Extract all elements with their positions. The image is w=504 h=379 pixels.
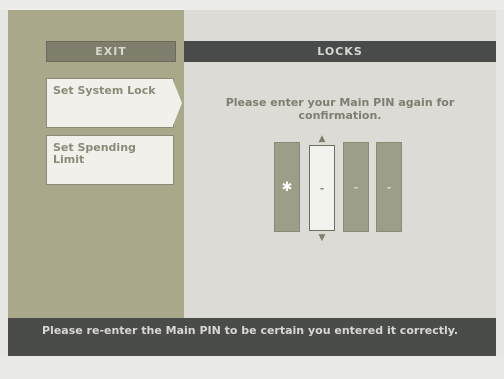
pin-prompt: Please enter your Main PIN again for con… [225,96,455,122]
menu-item-set-spending-limit[interactable]: Set Spending Limit [46,135,174,185]
exit-button[interactable]: EXIT [46,41,176,62]
pin-digit-1[interactable]: ✱ [274,142,300,232]
pin-digit-4[interactable]: - [376,142,402,232]
menu-item-label: Set System Lock [53,84,156,97]
menu-item-set-system-lock[interactable]: Set System Lock [46,78,174,128]
chevron-up-icon[interactable]: ▲ [317,134,327,144]
pin-digit-2[interactable]: - [309,145,335,231]
top-margin [0,0,504,10]
bottom-margin [0,356,504,379]
selected-item-arrow [172,78,182,128]
chevron-down-icon[interactable]: ▼ [317,233,327,243]
pin-digit-3[interactable]: - [343,142,369,232]
page-title: LOCKS [184,41,496,62]
menu-item-label: Set Spending Limit [53,141,136,166]
locks-screen: EXIT LOCKS Set System Lock Set Spending … [0,0,504,379]
help-text-bar: Please re-enter the Main PIN to be certa… [8,318,496,356]
